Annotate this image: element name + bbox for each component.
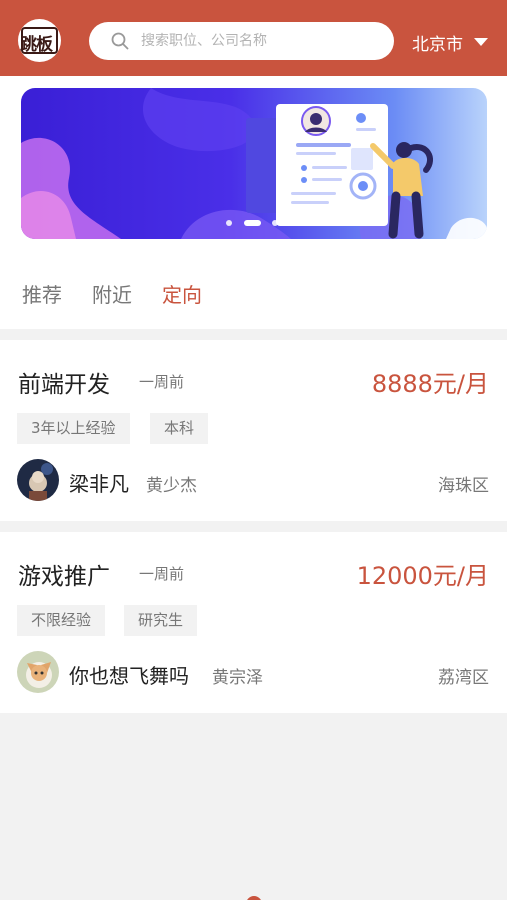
recruiter-name: 黄少杰	[146, 476, 197, 496]
banner-carousel[interactable]	[21, 88, 487, 239]
poster-name: 你也想飞舞吗	[69, 664, 189, 688]
job-tag-experience: 不限经验	[17, 605, 106, 636]
tab-targeted[interactable]: 定向	[162, 279, 202, 308]
job-title: 前端开发	[18, 372, 110, 398]
filter-tabs: 推荐 附近 定向	[0, 252, 507, 329]
job-card[interactable]: 游戏推广 一周前 12000元/月 不限经验 研究生 你也想飞舞吗 黄宗泽 荔湾…	[0, 532, 507, 713]
job-posted-time: 一周前	[139, 565, 185, 583]
search-box[interactable]	[89, 22, 394, 60]
poster-name: 梁非凡	[69, 472, 129, 496]
carousel-indicator	[226, 219, 286, 227]
job-posted-time: 一周前	[139, 373, 185, 391]
carousel-dot[interactable]	[226, 220, 232, 226]
job-tag-education: 本科	[150, 413, 209, 444]
recruiter-name: 黄宗泽	[212, 668, 263, 688]
job-district: 荔湾区	[438, 668, 489, 688]
bottom-nav-indicator	[246, 896, 262, 900]
job-district: 海珠区	[438, 476, 489, 496]
banner-section	[0, 76, 507, 252]
search-icon	[111, 32, 129, 50]
city-label: 北京市	[412, 35, 463, 55]
logo-text: 跳板	[20, 35, 53, 55]
job-salary: 8888元/月	[371, 370, 489, 398]
tab-nearby[interactable]: 附近	[92, 279, 132, 308]
avatar	[17, 651, 59, 693]
app-logo[interactable]: 跳板	[18, 19, 61, 62]
avatar	[17, 459, 59, 501]
tab-recommend[interactable]: 推荐	[22, 279, 62, 308]
job-tag-experience: 3年以上经验	[17, 413, 130, 444]
avatar-image	[17, 651, 59, 693]
job-card[interactable]: 前端开发 一周前 8888元/月 3年以上经验 本科 梁非凡 黄少杰 海珠区	[0, 340, 507, 521]
carousel-dot-active[interactable]	[244, 220, 261, 226]
job-salary: 12000元/月	[356, 562, 489, 590]
chevron-down-icon	[474, 38, 488, 46]
job-tag-education: 研究生	[124, 605, 198, 636]
job-title: 游戏推广	[18, 564, 110, 590]
banner-illustration	[21, 88, 487, 239]
avatar-image	[17, 459, 59, 501]
carousel-dot[interactable]	[272, 220, 278, 226]
app-header: 跳板 北京市	[0, 0, 507, 76]
search-input[interactable]	[141, 30, 381, 52]
